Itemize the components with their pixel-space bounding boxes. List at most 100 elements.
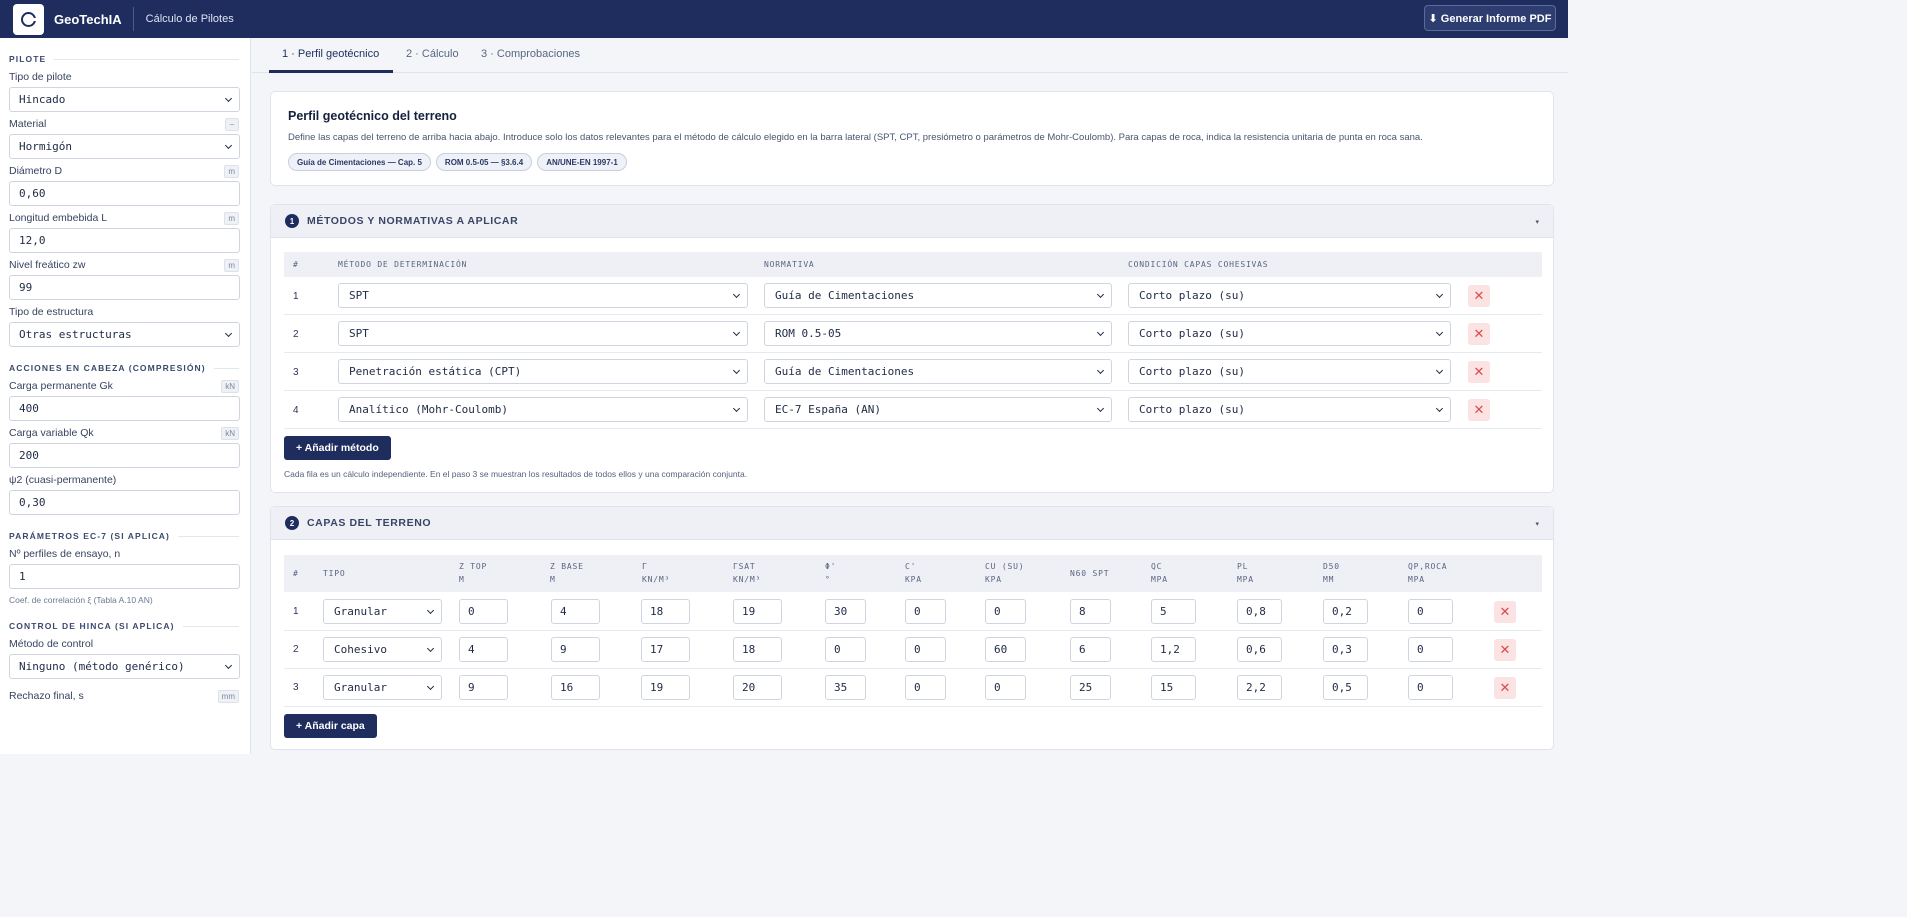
layer-value-input[interactable]: 35 <box>825 675 866 700</box>
normativa-select[interactable]: EC-7 España (AN) <box>764 397 1112 422</box>
layer-value-input[interactable]: 0,3 <box>1323 637 1368 662</box>
layer-value-input[interactable]: 25 <box>1070 675 1111 700</box>
layer-value-input[interactable]: 0 <box>905 675 946 700</box>
generate-pdf-button[interactable]: ⬇ Generar Informe PDF <box>1424 5 1556 31</box>
reference-chip: AN/UNE-EN 1997-1 <box>537 153 627 171</box>
delete-layer-button[interactable]: ✕ <box>1494 601 1516 623</box>
method-select[interactable]: SPT <box>338 321 748 346</box>
method-select[interactable]: SPT <box>338 283 748 308</box>
condicion-select[interactable]: Corto plazo (su) <box>1128 283 1451 308</box>
layer-value-input[interactable]: 0,8 <box>1237 599 1282 624</box>
col-header-unit: MPA <box>1237 575 1254 584</box>
longitud-input[interactable]: 12,0 <box>9 228 240 253</box>
add-method-button[interactable]: + Añadir método <box>284 436 391 460</box>
row-divider <box>284 668 1542 669</box>
layer-value-input[interactable]: 2,2 <box>1237 675 1282 700</box>
normativa-select[interactable]: Guía de Cimentaciones <box>764 359 1112 384</box>
condicion-select[interactable]: Corto plazo (su) <box>1128 321 1451 346</box>
gk-input[interactable]: 400 <box>9 396 240 421</box>
layer-value-input[interactable]: 19 <box>641 675 690 700</box>
layer-type-select[interactable]: Cohesivo <box>323 637 442 662</box>
layer-value-input[interactable]: 18 <box>641 599 690 624</box>
layer-value-input[interactable]: 30 <box>825 599 866 624</box>
layer-value-input[interactable]: 17 <box>641 637 690 662</box>
metodo-control-select[interactable]: Ninguno (método genérico) <box>9 654 240 679</box>
col-header-unit: M <box>459 575 465 584</box>
diametro-unit-badge: m <box>224 164 239 178</box>
section-hinca: CONTROL DE HINCA (SI APLICA) <box>9 621 239 631</box>
material-select[interactable]: Hormigón <box>9 134 240 159</box>
layer-value-input[interactable]: 18 <box>733 637 782 662</box>
layer-value-input[interactable]: 9 <box>459 675 508 700</box>
perfiles-input[interactable]: 1 <box>9 564 240 589</box>
layer-type-select[interactable]: Granular <box>323 675 442 700</box>
layer-value-input[interactable]: 0 <box>825 637 866 662</box>
layer-value-input[interactable]: 4 <box>551 599 600 624</box>
delete-layer-button[interactable]: ✕ <box>1494 639 1516 661</box>
main-content: 1 · Perfil geotécnico 2 · Cálculo 3 · Co… <box>252 38 1568 754</box>
col-header-unit: KN/M³ <box>733 575 762 584</box>
freatico-input[interactable]: 99 <box>9 275 240 300</box>
normativa-select[interactable]: ROM 0.5-05 <box>764 321 1112 346</box>
layer-value-input[interactable]: 0,5 <box>1323 675 1368 700</box>
methods-panel-header[interactable]: 1 MÉTODOS Y NORMATIVAS A APLICAR ▾ <box>271 205 1553 238</box>
reference-chips: Guía de Cimentaciones — Cap. 5 ROM 0.5-0… <box>288 153 627 171</box>
layer-value-input[interactable]: 0 <box>985 675 1026 700</box>
condicion-select[interactable]: Corto plazo (su) <box>1128 397 1451 422</box>
condicion-select[interactable]: Corto plazo (su) <box>1128 359 1451 384</box>
layer-row-number: 1 <box>293 606 299 617</box>
layer-value-input[interactable]: 0 <box>985 599 1026 624</box>
layer-value-input[interactable]: 0 <box>1408 599 1453 624</box>
method-row-number: 2 <box>293 329 299 340</box>
layer-value-input[interactable]: 0 <box>905 599 946 624</box>
layer-value-input[interactable]: 60 <box>985 637 1026 662</box>
layer-value-input[interactable]: 15 <box>1151 675 1196 700</box>
layer-value-input[interactable]: 0,6 <box>1237 637 1282 662</box>
normativa-select[interactable]: Guía de Cimentaciones <box>764 283 1112 308</box>
diametro-input[interactable]: 0,60 <box>9 181 240 206</box>
layer-value-input[interactable]: 6 <box>1070 637 1111 662</box>
chevron-down-icon[interactable]: ▾ <box>1535 218 1539 226</box>
tab-calculo[interactable]: 2 · Cálculo <box>406 48 459 60</box>
layer-value-input[interactable]: 0 <box>459 599 508 624</box>
delete-method-button[interactable]: ✕ <box>1468 285 1490 307</box>
layer-value-input[interactable]: 8 <box>1070 599 1111 624</box>
col-header-unit: KPA <box>985 575 1002 584</box>
layer-value-input[interactable]: 1,2 <box>1151 637 1196 662</box>
longitud-label: Longitud embebida Lm <box>9 211 239 225</box>
layer-value-input[interactable]: 19 <box>733 599 782 624</box>
col-header-normativa: NORMATIVA <box>764 260 815 269</box>
tab-comprobaciones[interactable]: 3 · Comprobaciones <box>481 48 580 60</box>
diametro-label: Diámetro Dm <box>9 164 239 178</box>
psi2-input[interactable]: 0,30 <box>9 490 240 515</box>
tipo-pilote-select[interactable]: Hincado <box>9 87 240 112</box>
chevron-down-icon[interactable]: ▾ <box>1535 520 1539 528</box>
delete-method-button[interactable]: ✕ <box>1468 323 1490 345</box>
layer-value-input[interactable]: 9 <box>551 637 600 662</box>
estructura-select[interactable]: Otras estructuras <box>9 322 240 347</box>
layer-type-select[interactable]: Granular <box>323 599 442 624</box>
delete-method-button[interactable]: ✕ <box>1468 361 1490 383</box>
layer-value-input[interactable]: 20 <box>733 675 782 700</box>
add-layer-button[interactable]: + Añadir capa <box>284 714 377 738</box>
methods-step-badge: 1 <box>285 214 299 228</box>
delete-method-button[interactable]: ✕ <box>1468 399 1490 421</box>
layer-value-input[interactable]: 0,2 <box>1323 599 1368 624</box>
delete-layer-button[interactable]: ✕ <box>1494 677 1516 699</box>
method-select[interactable]: Analítico (Mohr-Coulomb) <box>338 397 748 422</box>
layer-value-input[interactable]: 0 <box>1408 637 1453 662</box>
tab-perfil-geotecnico[interactable]: 1 · Perfil geotécnico <box>282 48 379 60</box>
layer-value-input[interactable]: 5 <box>1151 599 1196 624</box>
qk-input[interactable]: 200 <box>9 443 240 468</box>
section-divider <box>54 58 239 60</box>
tipo-pilote-label: Tipo de pilote <box>9 71 72 83</box>
layers-panel-header[interactable]: 2 CAPAS DEL TERRENO ▾ <box>271 507 1553 540</box>
layer-value-input[interactable]: 16 <box>551 675 600 700</box>
method-select[interactable]: Penetración estática (CPT) <box>338 359 748 384</box>
layer-value-input[interactable]: 4 <box>459 637 508 662</box>
layers-table-header: # TIPO Z TOP M Z BASE M Γ KN/M³ ΓSAT KN/M³ Φ' ° C' KP… <box>284 555 1542 592</box>
col-header-unit: MPA <box>1408 575 1425 584</box>
methods-note: Cada fila es un cálculo independiente. E… <box>284 469 748 479</box>
layer-value-input[interactable]: 0 <box>1408 675 1453 700</box>
layer-value-input[interactable]: 0 <box>905 637 946 662</box>
